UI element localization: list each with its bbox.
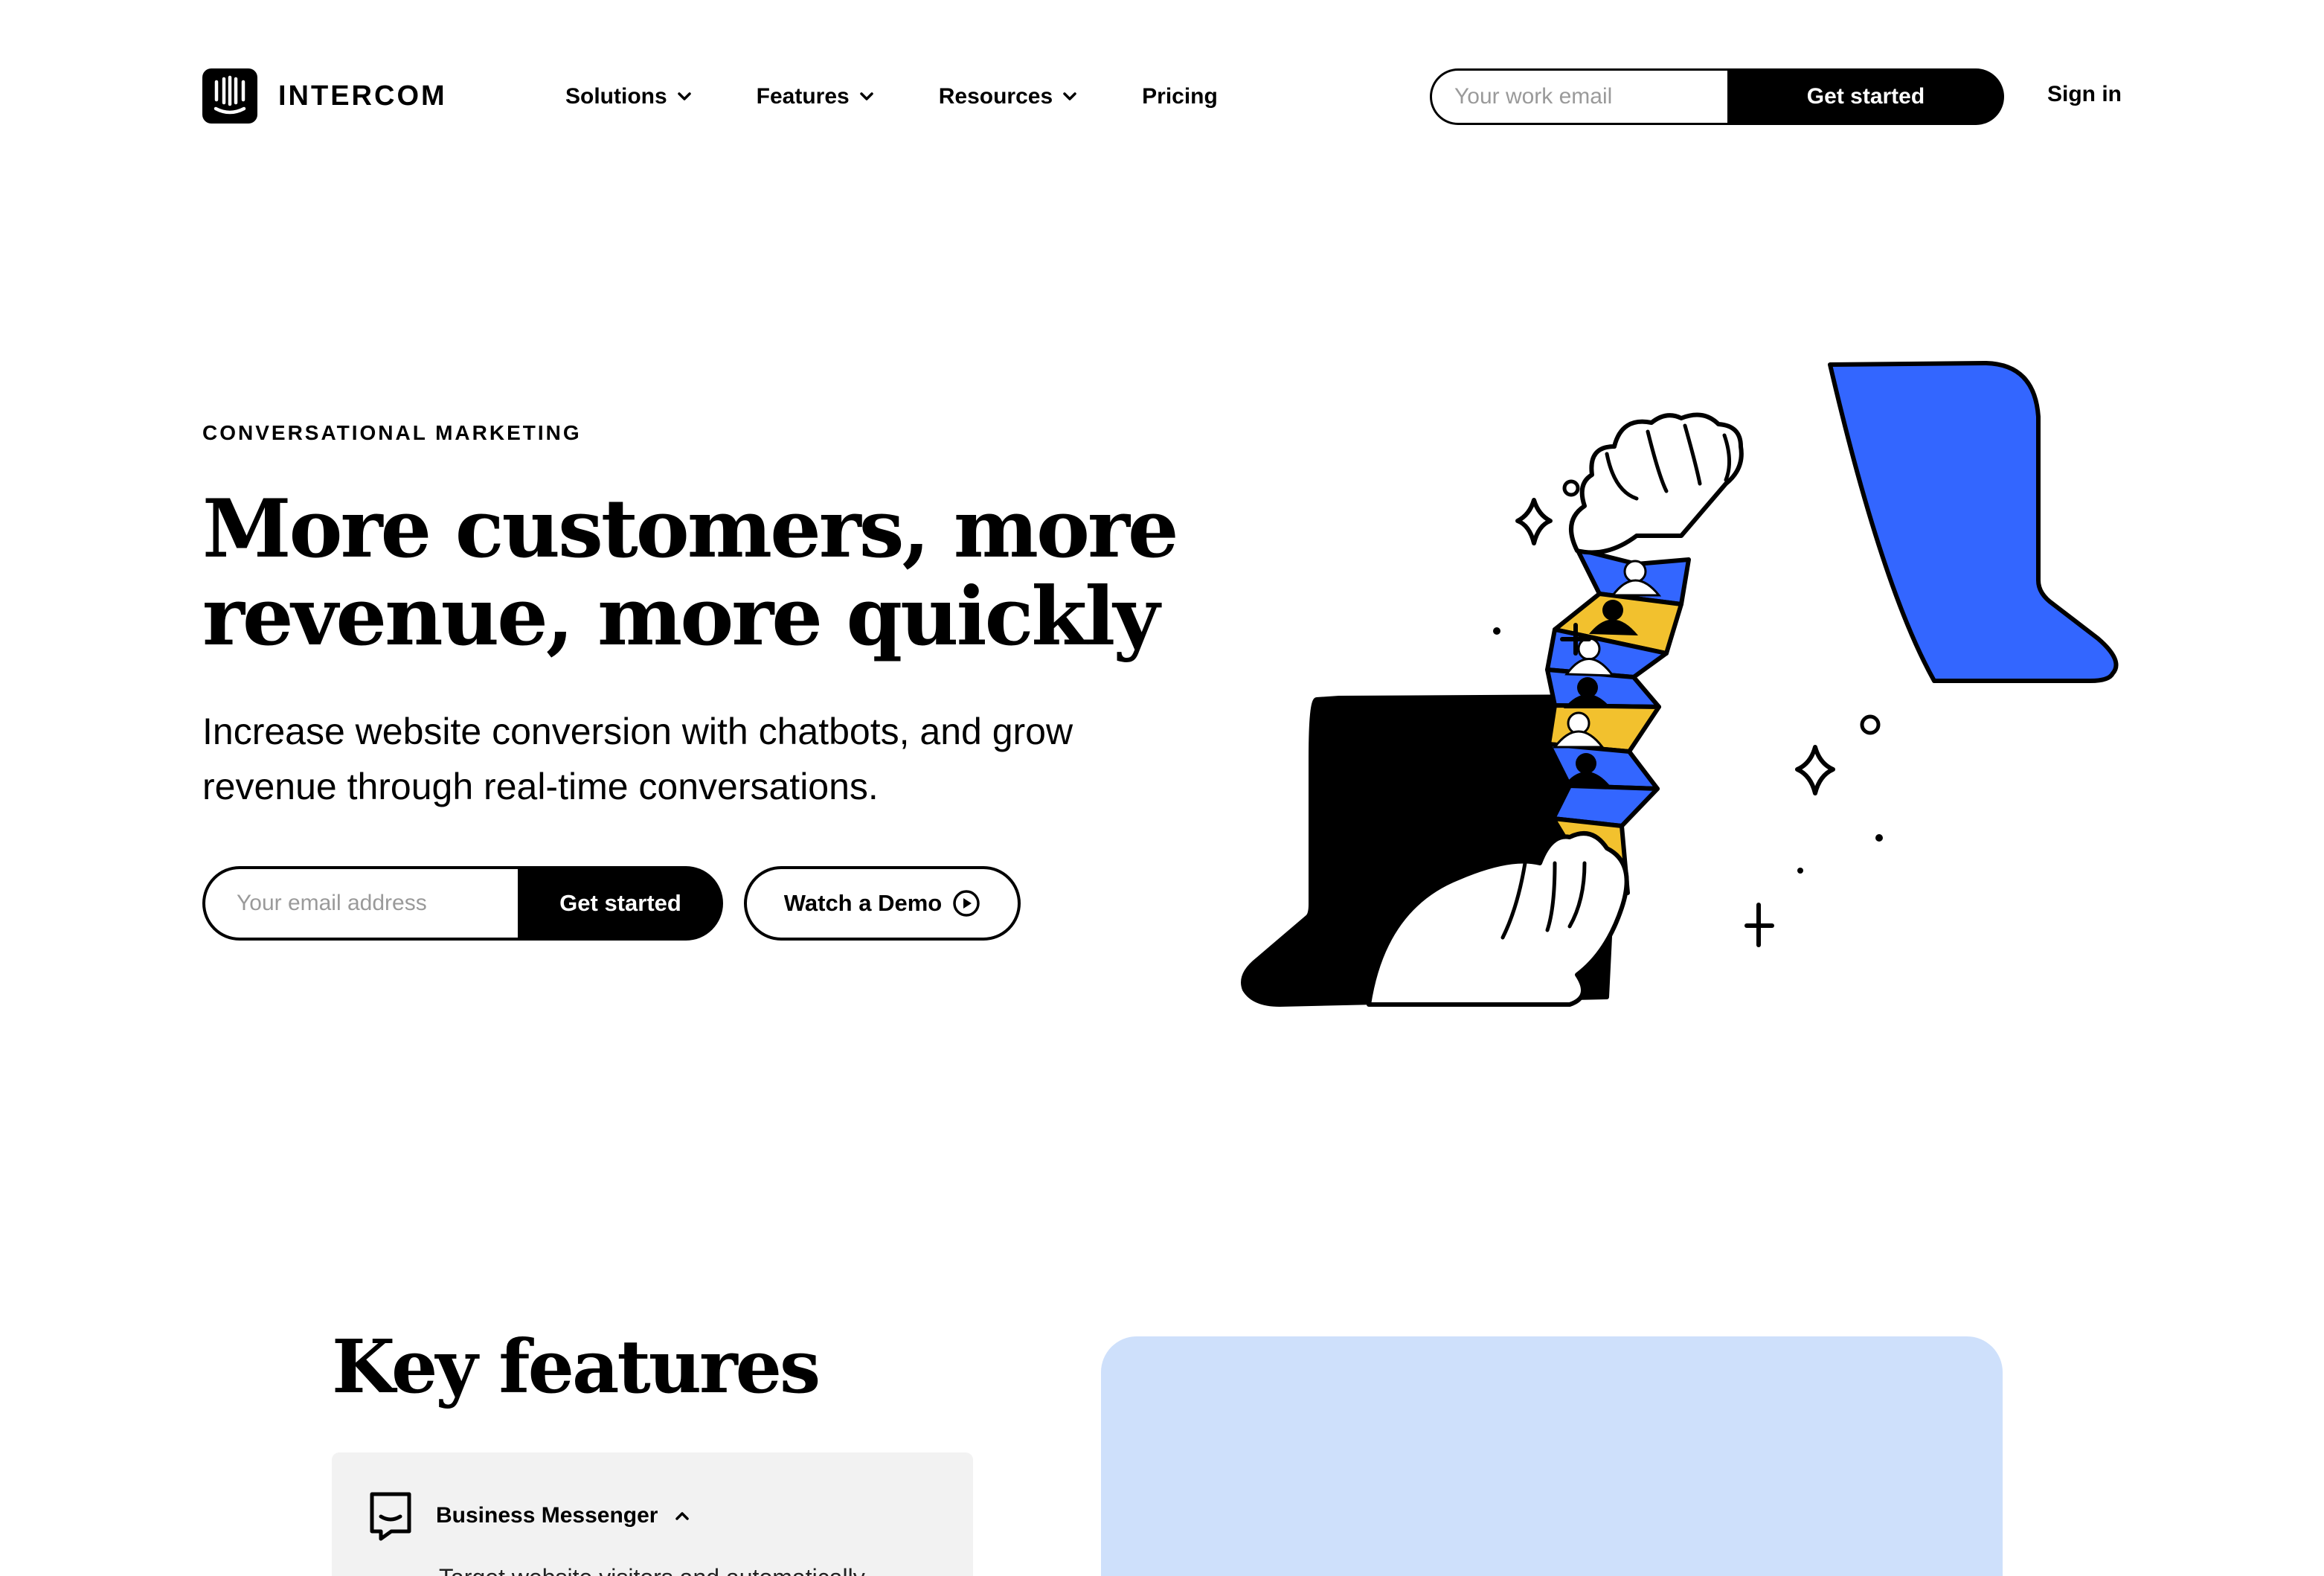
nav-get-started-button[interactable]: Get started <box>1727 68 2004 125</box>
hero-subtitle-line-2: revenue through real-time conversations. <box>202 766 879 807</box>
nav-item-solutions[interactable]: Solutions <box>565 84 693 109</box>
feature-label: Business Messenger <box>436 1503 658 1528</box>
main-menu: Solutions Features Resources Pricing <box>565 79 1282 115</box>
chevron-up-icon <box>675 1512 690 1520</box>
work-email-input[interactable] <box>1430 68 1727 125</box>
nav-item-label: Features <box>756 84 850 109</box>
sign-in-link[interactable]: Sign in <box>2047 82 2122 107</box>
nav-item-label: Solutions <box>565 84 667 109</box>
play-circle-icon <box>953 890 980 917</box>
hero-illustration <box>1241 361 2119 1007</box>
feature-accordion-header[interactable]: Business Messenger <box>367 1490 690 1542</box>
chevron-down-icon <box>859 92 873 100</box>
watch-demo-button[interactable]: Watch a Demo <box>744 866 1021 941</box>
brand-name: INTERCOM <box>278 80 447 112</box>
nav-signup-form: Get started <box>1430 68 2004 125</box>
nav-item-label: Pricing <box>1142 84 1218 109</box>
nav-item-features[interactable]: Features <box>757 84 875 109</box>
hero-subtitle-line-1: Increase website conversion with chatbot… <box>202 711 1073 752</box>
hero-title: More customers, more revenue, more quick… <box>202 485 1244 661</box>
top-navigation: INTERCOM Solutions Features Resources Pr… <box>0 0 2324 193</box>
hero-subtitle: Increase website conversion with chatbot… <box>202 704 1229 814</box>
hero-title-line-1: More customers, more <box>202 482 1179 576</box>
email-address-input[interactable] <box>202 866 518 941</box>
brand-logo[interactable]: INTERCOM <box>202 68 447 124</box>
hero-eyebrow: CONVERSATIONAL MARKETING <box>202 421 582 444</box>
hero-get-started-button[interactable]: Get started <box>518 866 723 941</box>
chevron-down-icon <box>677 92 691 100</box>
hero-title-line-2: revenue, more quickly <box>202 570 1160 664</box>
intercom-logo-icon <box>202 68 257 124</box>
chevron-down-icon <box>1063 92 1076 100</box>
messenger-icon <box>370 1492 411 1541</box>
nav-item-pricing[interactable]: Pricing <box>1142 84 1218 109</box>
nav-item-resources[interactable]: Resources <box>939 84 1078 109</box>
hero-signup-form: Get started <box>202 866 723 941</box>
feature-description: Target website visitors and automaticall… <box>439 1564 865 1576</box>
feature-card-business-messenger: Business Messenger Target website visito… <box>332 1452 973 1576</box>
feature-preview-panel <box>1101 1336 2003 1576</box>
key-features-title: Key features <box>332 1324 821 1410</box>
nav-item-label: Resources <box>938 84 1053 109</box>
watch-demo-label: Watch a Demo <box>783 890 943 916</box>
